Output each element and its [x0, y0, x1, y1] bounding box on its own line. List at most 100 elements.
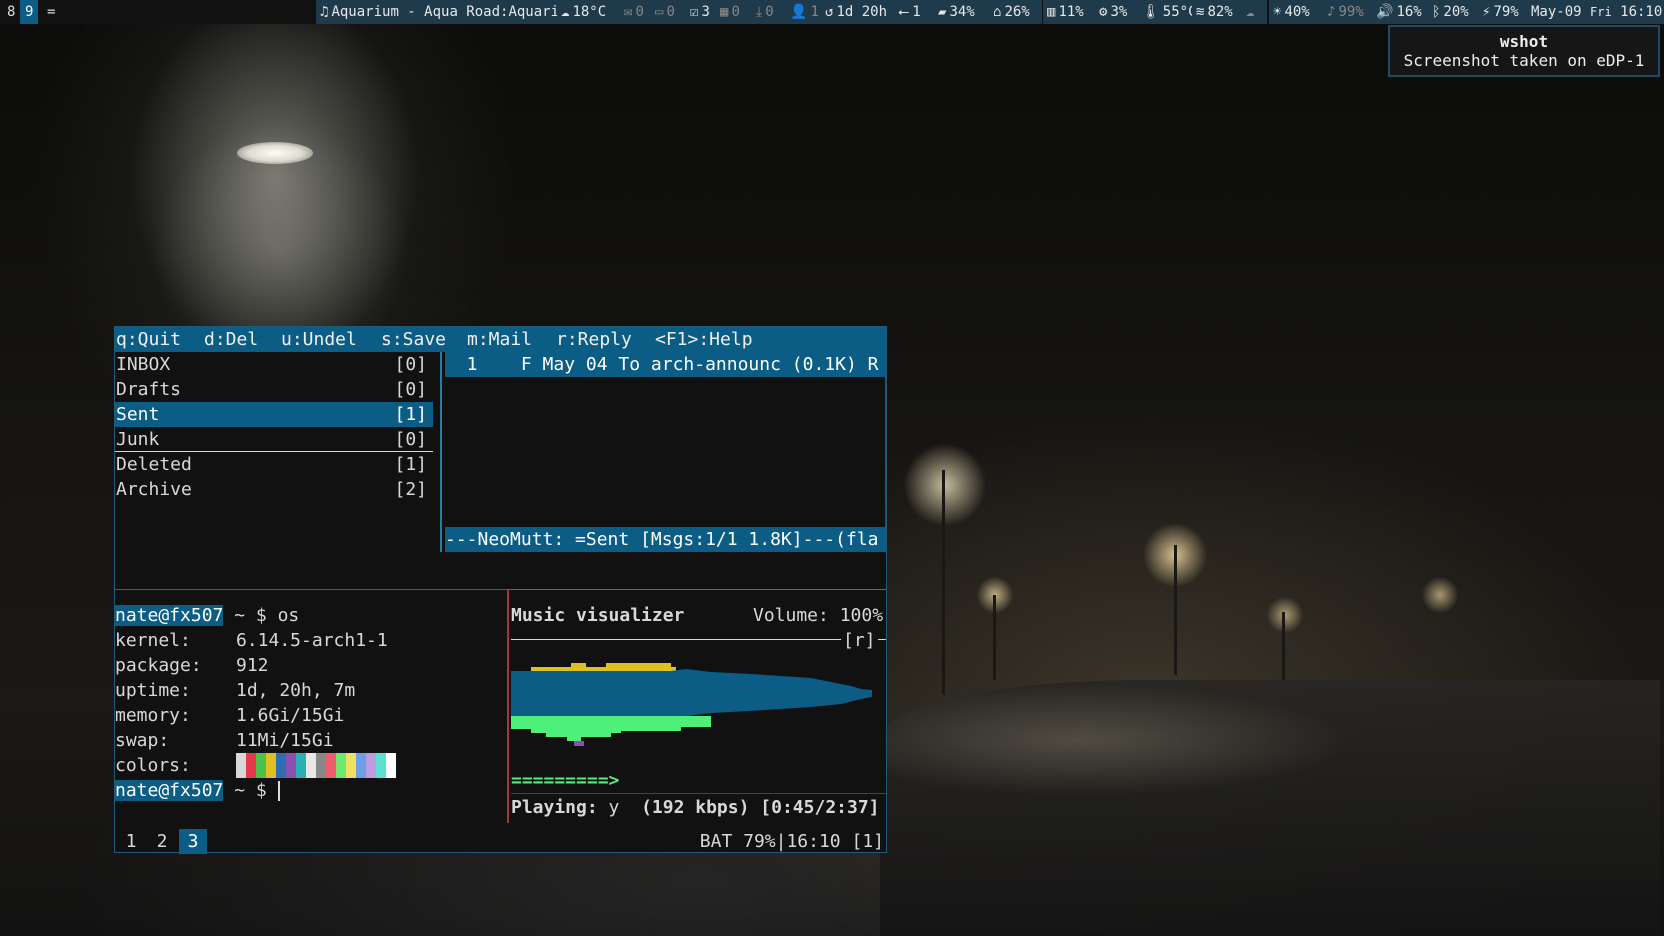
- volume-module[interactable]: 🔊 16%: [1372, 0, 1430, 24]
- spectrum-main-blue: [511, 669, 872, 716]
- usb-module[interactable]: ⭠ 1: [894, 0, 934, 24]
- clock-module[interactable]: May-09 Fri 16:10: [1527, 0, 1664, 24]
- weather-module[interactable]: ☁ 18°C: [557, 0, 625, 24]
- users-module[interactable]: 👤 1: [786, 0, 824, 24]
- cpu-icon: ⚙: [1099, 4, 1108, 20]
- calendar-module[interactable]: ▦ 0: [716, 0, 754, 24]
- mailbox-sent[interactable]: Sent [1]: [115, 402, 433, 427]
- lamp-pole: [942, 470, 945, 695]
- disk-home-module[interactable]: ⌂ 26%: [989, 0, 1042, 24]
- temperature-module[interactable]: 🌡 55°C: [1138, 0, 1197, 24]
- info-row-package: package:: [115, 655, 202, 676]
- home-icon: ⌂: [993, 4, 1002, 20]
- color-swatch: [346, 753, 356, 778]
- help-undelete[interactable]: u:Undel: [281, 327, 357, 352]
- bluetooth-module[interactable]: ᛒ 20%: [1428, 0, 1482, 24]
- music-module[interactable]: ♫ Aquarium - Aqua Road:Aquarium: [316, 0, 576, 24]
- mailbox-drafts[interactable]: Drafts [0]: [115, 377, 433, 402]
- road: [880, 680, 1660, 936]
- download-icon: ⤓: [756, 4, 763, 20]
- streetlight-glow: [1265, 595, 1305, 635]
- disk-root-module[interactable]: ▰ 34%: [934, 0, 991, 24]
- tasks-module[interactable]: ☑ 3: [686, 0, 720, 24]
- color-swatches: [236, 753, 396, 778]
- battery-module[interactable]: ⚡ 79%: [1478, 0, 1530, 24]
- cloud-lock-icon: ☁: [1246, 4, 1255, 20]
- downloads-module[interactable]: ⤓ 0: [752, 0, 790, 24]
- shell-command: os: [277, 605, 300, 626]
- notification-popup[interactable]: wshot Screenshot taken on eDP-1: [1388, 25, 1660, 77]
- info-row-colors: colors:: [115, 755, 191, 776]
- tmux-window-2[interactable]: 2: [148, 829, 176, 854]
- notification-body: Screenshot taken on eDP-1: [1403, 51, 1645, 70]
- memory-icon: ▥: [1047, 4, 1056, 20]
- color-swatch: [376, 753, 386, 778]
- color-swatch: [256, 753, 266, 778]
- chat-module[interactable]: ▭ 0: [651, 0, 689, 24]
- help-delete[interactable]: d:Del: [204, 327, 258, 352]
- info-value-package: 912: [236, 655, 269, 676]
- info-value-uptime: 1d, 20h, 7m: [236, 680, 356, 701]
- workspace-9[interactable]: 9: [20, 0, 39, 24]
- checkbox-icon: ☑: [690, 4, 699, 20]
- message-index-row[interactable]: 1 F May 04 To arch-announc (0.1K) R: [445, 352, 886, 377]
- uptime-module[interactable]: ↺ 1d 20h: [821, 0, 895, 24]
- tmux-window-3[interactable]: 3: [179, 829, 207, 854]
- help-f1[interactable]: <F1>:Help: [655, 327, 753, 352]
- thermometer-icon: 🌡: [1142, 4, 1160, 20]
- spectrum-visualizer: [511, 663, 872, 746]
- help-save[interactable]: s:Save: [381, 327, 446, 352]
- active-pane-divider: [115, 589, 507, 590]
- layout-indicator[interactable]: =: [42, 0, 60, 24]
- color-swatch: [306, 753, 316, 778]
- streetlight-lamp: [237, 142, 313, 164]
- info-row-uptime: uptime:: [115, 680, 191, 701]
- visualizer-rule-end: [878, 639, 886, 640]
- color-swatch: [316, 753, 326, 778]
- help-reply[interactable]: r:Reply: [556, 327, 632, 352]
- cpu-module[interactable]: ⚙ 3%: [1095, 0, 1142, 24]
- color-swatch: [286, 753, 296, 778]
- color-swatch: [276, 753, 286, 778]
- mailbox-deleted[interactable]: Deleted [1]: [115, 452, 433, 477]
- workspace-8[interactable]: 8: [2, 0, 20, 24]
- mailbox-archive[interactable]: Archive [2]: [115, 477, 433, 502]
- wifi-module[interactable]: ≋ 82%: [1192, 0, 1246, 24]
- microphone-icon: ♪: [1327, 4, 1336, 20]
- terminal-window[interactable]: q:Quit d:Del u:Undel s:Save m:Mail r:Rep…: [114, 326, 887, 854]
- streetlight-glow: [1420, 575, 1460, 615]
- mailbox-junk[interactable]: Junk [0]: [115, 427, 433, 452]
- music-note-icon: ♫: [320, 4, 329, 20]
- shell-prompt: nate@fx507: [115, 780, 224, 801]
- memory-module[interactable]: ▥ 11%: [1043, 0, 1097, 24]
- vpn-module[interactable]: ☁: [1242, 0, 1267, 24]
- plug-icon: ⚡: [1482, 4, 1491, 20]
- repeat-indicator[interactable]: [r]: [843, 628, 876, 653]
- text-cursor: [277, 781, 280, 801]
- now-playing: Playing: y (192 kbps) [0:45/2:37]: [511, 797, 880, 818]
- neomutt-help-bar: q:Quit d:Del u:Undel s:Save m:Mail r:Rep…: [115, 327, 886, 352]
- color-swatch: [296, 753, 306, 778]
- speaker-icon: 🔊: [1376, 4, 1394, 20]
- info-row-memory: memory:: [115, 705, 191, 726]
- shell-command-line[interactable]: nate@fx507 ~ $ os: [115, 603, 299, 628]
- microphone-module[interactable]: ♪ 99%: [1323, 0, 1375, 24]
- bluetooth-icon: ᛒ: [1432, 4, 1441, 20]
- lamp-pole: [1174, 545, 1177, 675]
- envelope-icon: ✉: [624, 4, 633, 20]
- mailbox-inbox[interactable]: INBOX [0]: [115, 352, 433, 377]
- visualizer-rule: [511, 639, 841, 640]
- user-icon: 👤: [790, 4, 808, 20]
- shell-input-line[interactable]: nate@fx507 ~ $: [115, 778, 280, 803]
- sidebar-divider: [440, 352, 442, 552]
- color-swatch: [246, 753, 256, 778]
- help-quit[interactable]: q:Quit: [116, 327, 181, 352]
- help-mail[interactable]: m:Mail: [467, 327, 532, 352]
- tmux-window-1[interactable]: 1: [117, 829, 145, 854]
- notification-title: wshot: [1499, 32, 1549, 51]
- brightness-module[interactable]: ☀ 40%: [1269, 0, 1325, 24]
- color-swatch: [266, 753, 276, 778]
- calendar-icon: ▦: [720, 4, 729, 20]
- info-value-kernel: 6.14.5-arch1-1: [236, 630, 388, 651]
- info-row-swap: swap:: [115, 730, 170, 751]
